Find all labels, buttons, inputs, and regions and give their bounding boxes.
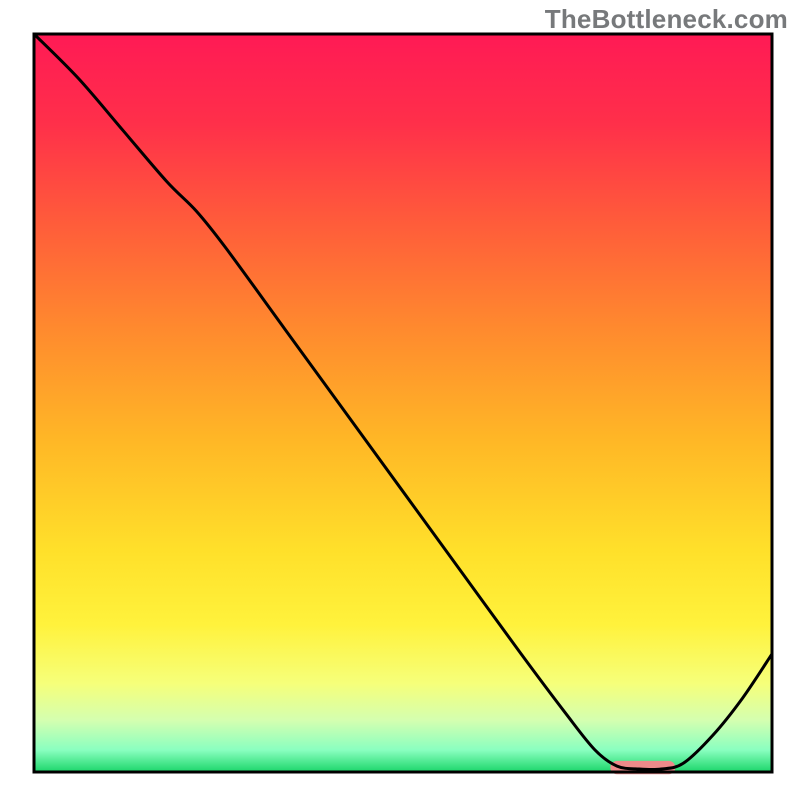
bottleneck-chart (0, 0, 800, 800)
watermark-text: TheBottleneck.com (545, 4, 788, 35)
chart-frame: TheBottleneck.com (0, 0, 800, 800)
gradient-background (34, 34, 772, 772)
